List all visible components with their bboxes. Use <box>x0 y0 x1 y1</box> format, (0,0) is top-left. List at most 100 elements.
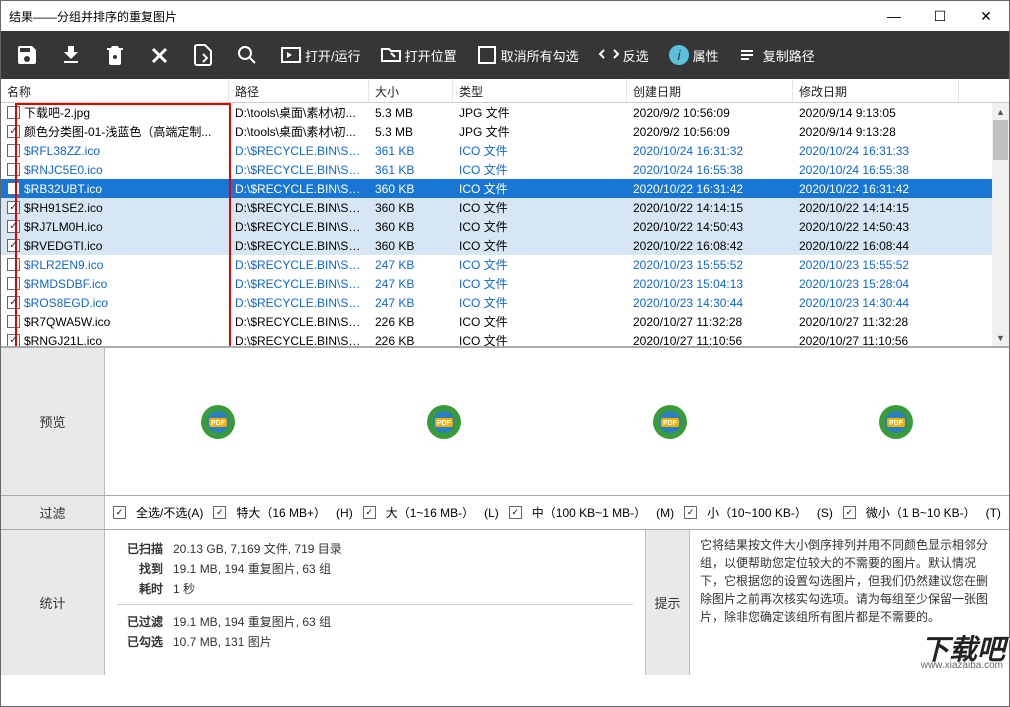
close-button[interactable]: ✕ <box>963 1 1009 31</box>
scanned-value: 20.13 GB, 7,169 文件, 719 目录 <box>173 540 342 557</box>
filter-xl-checkbox[interactable]: ✓ <box>213 506 226 519</box>
move-button[interactable] <box>183 31 223 79</box>
properties-button[interactable]: i属性 <box>659 31 725 79</box>
file-created: 2020/9/2 10:56:09 <box>627 106 793 120</box>
file-path: D:\$RECYCLE.BIN\S-1-... <box>229 239 369 253</box>
file-type: ICO 文件 <box>453 237 627 254</box>
row-checkbox[interactable]: ✓ <box>7 296 20 309</box>
preview-label: 预览 <box>1 348 105 495</box>
table-row[interactable]: $RB32UBT.icoD:\$RECYCLE.BIN\S-1-...360 K… <box>1 179 1009 198</box>
col-name[interactable]: 名称 <box>1 79 229 102</box>
scroll-down-icon[interactable]: ▼ <box>992 329 1009 346</box>
maximize-button[interactable]: ☐ <box>917 1 963 31</box>
table-row[interactable]: $RFL38ZZ.icoD:\$RECYCLE.BIN\S-1-...361 K… <box>1 141 1009 160</box>
filter-xs-checkbox[interactable]: ✓ <box>843 506 856 519</box>
file-name: $RFL38ZZ.ico <box>24 144 100 158</box>
recycle-button[interactable] <box>95 31 135 79</box>
row-checkbox[interactable] <box>7 182 20 195</box>
table-row[interactable]: $RLR2EN9.icoD:\$RECYCLE.BIN\S-1-...247 K… <box>1 255 1009 274</box>
row-checkbox[interactable]: ✓ <box>7 220 20 233</box>
scroll-thumb[interactable] <box>993 120 1008 160</box>
file-size: 226 KB <box>369 315 453 329</box>
file-modified: 2020/10/22 16:08:44 <box>793 239 959 253</box>
row-checkbox[interactable]: ✓ <box>7 334 20 346</box>
row-checkbox[interactable]: ✓ <box>7 201 20 214</box>
copy-path-button[interactable]: 复制路径 <box>729 31 821 79</box>
list-body[interactable]: 下载吧-2.jpgD:\tools\桌面\素材\初...5.3 MBJPG 文件… <box>1 103 1009 346</box>
file-name: $RNGJ21L.ico <box>24 334 102 347</box>
filter-l-checkbox[interactable]: ✓ <box>363 506 376 519</box>
row-checkbox[interactable] <box>7 277 20 290</box>
file-created: 2020/10/22 16:31:42 <box>627 182 793 196</box>
row-checkbox[interactable]: ✓ <box>7 239 20 252</box>
open-run-button[interactable]: 打开/运行 <box>271 31 367 79</box>
scanned-label: 已扫描 <box>117 540 173 557</box>
row-checkbox[interactable] <box>7 163 20 176</box>
file-path: D:\$RECYCLE.BIN\S-1-... <box>229 182 369 196</box>
file-modified: 2020/10/22 14:14:15 <box>793 201 959 215</box>
row-checkbox[interactable] <box>7 258 20 271</box>
table-row[interactable]: $R7QWA5W.icoD:\$RECYCLE.BIN\S-1-...226 K… <box>1 312 1009 331</box>
table-row[interactable]: ✓$RJ7LM0H.icoD:\$RECYCLE.BIN\S-1-...360 … <box>1 217 1009 236</box>
table-row[interactable]: $RMDSDBF.icoD:\$RECYCLE.BIN\S-1-...247 K… <box>1 274 1009 293</box>
scroll-up-icon[interactable]: ▲ <box>992 103 1009 120</box>
download-button[interactable] <box>51 31 91 79</box>
filter-all-checkbox[interactable]: ✓ <box>113 506 126 519</box>
file-created: 2020/10/22 14:14:15 <box>627 201 793 215</box>
window-title: 结果——分组并排序的重复图片 <box>9 8 871 25</box>
file-modified: 2020/10/22 16:31:42 <box>793 182 959 196</box>
file-type: ICO 文件 <box>453 275 627 292</box>
open-location-button[interactable]: 打开位置 <box>371 31 463 79</box>
save-button[interactable] <box>7 31 47 79</box>
search-button[interactable] <box>227 31 267 79</box>
file-created: 2020/10/24 16:31:32 <box>627 144 793 158</box>
preview-panel: 预览 PDF PDF PDF PDF <box>1 347 1009 495</box>
row-checkbox[interactable] <box>7 106 20 119</box>
file-path: D:\$RECYCLE.BIN\S-1-... <box>229 258 369 272</box>
file-size: 226 KB <box>369 334 453 347</box>
col-type[interactable]: 类型 <box>453 79 627 102</box>
col-size[interactable]: 大小 <box>369 79 453 102</box>
file-type: JPG 文件 <box>453 104 627 121</box>
col-path[interactable]: 路径 <box>229 79 369 102</box>
file-name: $RJ7LM0H.ico <box>24 220 103 234</box>
col-modified[interactable]: 修改日期 <box>793 79 959 102</box>
file-modified: 2020/10/27 11:10:56 <box>793 334 959 347</box>
file-modified: 2020/9/14 9:13:05 <box>793 106 959 120</box>
uncheck-all-button[interactable]: 取消所有勾选 <box>467 31 585 79</box>
hint-label: 提示 <box>646 530 690 675</box>
table-row[interactable]: ✓$RVEDGTI.icoD:\$RECYCLE.BIN\S-1-...360 … <box>1 236 1009 255</box>
file-size: 247 KB <box>369 258 453 272</box>
file-size: 360 KB <box>369 201 453 215</box>
table-row[interactable]: 下载吧-2.jpgD:\tools\桌面\素材\初...5.3 MBJPG 文件… <box>1 103 1009 122</box>
file-size: 5.3 MB <box>369 106 453 120</box>
filter-all-label: 全选/不选(A) <box>136 504 203 521</box>
file-name: $R7QWA5W.ico <box>24 315 110 329</box>
stats-panel: 统计 已扫描20.13 GB, 7,169 文件, 719 目录 找到19.1 … <box>1 529 1009 675</box>
table-row[interactable]: ✓$RNGJ21L.icoD:\$RECYCLE.BIN\S-1-...226 … <box>1 331 1009 346</box>
file-type: ICO 文件 <box>453 199 627 216</box>
stats-label: 统计 <box>1 530 105 675</box>
vertical-scrollbar[interactable]: ▲ ▼ <box>992 103 1009 346</box>
filter-label: 过滤 <box>1 496 105 529</box>
table-row[interactable]: ✓颜色分类图-01-浅蓝色（高端定制...D:\tools\桌面\素材\初...… <box>1 122 1009 141</box>
file-type: ICO 文件 <box>453 218 627 235</box>
minimize-button[interactable]: — <box>871 1 917 31</box>
table-row[interactable]: ✓$ROS8EGD.icoD:\$RECYCLE.BIN\S-1-...247 … <box>1 293 1009 312</box>
file-created: 2020/10/22 14:50:43 <box>627 220 793 234</box>
list-header[interactable]: 名称 路径 大小 类型 创建日期 修改日期 <box>1 79 1009 103</box>
file-name: $RVEDGTI.ico <box>24 239 102 253</box>
row-checkbox[interactable] <box>7 144 20 157</box>
table-row[interactable]: ✓$RH91SE2.icoD:\$RECYCLE.BIN\S-1-...360 … <box>1 198 1009 217</box>
filter-m-checkbox[interactable]: ✓ <box>509 506 522 519</box>
watermark-url: www.xiazaiba.com <box>921 658 1003 673</box>
row-checkbox[interactable] <box>7 315 20 328</box>
file-type: JPG 文件 <box>453 123 627 140</box>
delete-button[interactable] <box>139 31 179 79</box>
invert-button[interactable]: 反选 <box>589 31 655 79</box>
col-created[interactable]: 创建日期 <box>627 79 793 102</box>
table-row[interactable]: $RNJC5E0.icoD:\$RECYCLE.BIN\S-1-...361 K… <box>1 160 1009 179</box>
row-checkbox[interactable]: ✓ <box>7 125 20 138</box>
file-name: $RNJC5E0.ico <box>24 163 103 177</box>
filter-s-checkbox[interactable]: ✓ <box>684 506 697 519</box>
